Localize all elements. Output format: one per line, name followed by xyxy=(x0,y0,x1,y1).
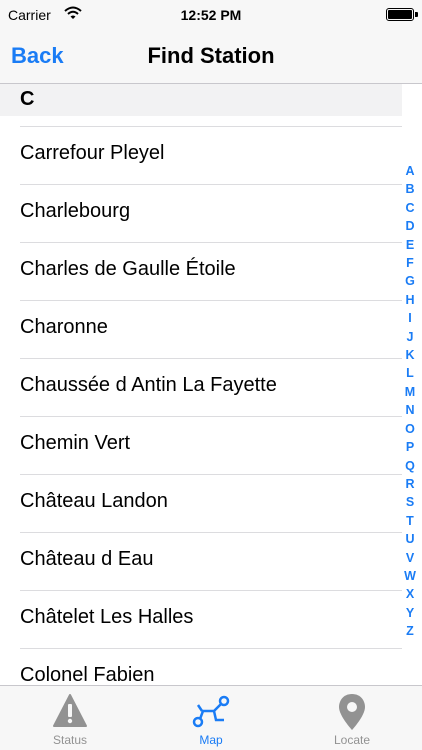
station-list: Carrefour Pleyel Charlebourg Charles de … xyxy=(0,126,402,706)
index-letter[interactable]: V xyxy=(406,549,414,567)
index-letter[interactable]: L xyxy=(406,364,414,382)
battery-icon xyxy=(386,8,418,21)
index-letter[interactable]: F xyxy=(406,254,414,272)
station-name: Colonel Fabien xyxy=(20,664,155,686)
section-header: C xyxy=(0,84,402,116)
section-letter: C xyxy=(20,88,35,110)
index-letter[interactable]: R xyxy=(405,475,414,493)
index-letter[interactable]: C xyxy=(405,199,414,217)
index-letter[interactable]: H xyxy=(405,291,414,309)
station-row[interactable]: Charlebourg xyxy=(20,184,402,242)
station-name: Charonne xyxy=(20,316,108,338)
tab-bar: Status Map Locate xyxy=(0,685,422,750)
index-letter[interactable]: B xyxy=(405,180,414,198)
index-letter[interactable]: Q xyxy=(405,457,415,475)
station-name: Chaussée d Antin La Fayette xyxy=(20,374,277,396)
station-name: Charles de Gaulle Étoile xyxy=(20,258,236,280)
status-bar: Carrier 12:52 PM xyxy=(0,0,422,30)
index-letter[interactable]: Z xyxy=(406,622,414,640)
index-letter[interactable]: S xyxy=(406,493,414,511)
warning-icon xyxy=(53,694,87,727)
station-row[interactable]: Chemin Vert xyxy=(20,416,402,474)
index-letter[interactable]: E xyxy=(406,236,414,254)
station-name: Châtelet Les Halles xyxy=(20,606,194,628)
index-letter[interactable]: I xyxy=(408,309,411,327)
navigation-bar: Back Find Station xyxy=(0,30,422,84)
index-letter[interactable]: Y xyxy=(406,604,414,622)
tab-label: Locate xyxy=(333,733,371,747)
route-map-icon xyxy=(192,695,230,728)
tab-map[interactable]: Map xyxy=(141,686,281,750)
station-name: Charlebourg xyxy=(20,200,131,222)
station-name: Château d Eau xyxy=(20,548,154,570)
index-letter[interactable]: D xyxy=(405,217,414,235)
station-row[interactable]: Château d Eau xyxy=(20,532,402,590)
index-letter[interactable]: J xyxy=(407,328,414,346)
station-row[interactable]: Châtelet Les Halles xyxy=(20,590,402,648)
station-row[interactable]: Charles de Gaulle Étoile xyxy=(20,242,402,300)
station-row[interactable]: Château Landon xyxy=(20,474,402,532)
clock: 12:52 PM xyxy=(180,7,242,23)
station-name: Chemin Vert xyxy=(20,432,131,454)
page-title: Find Station xyxy=(147,43,275,68)
index-letter[interactable]: K xyxy=(405,346,414,364)
location-pin-icon xyxy=(339,694,365,730)
tab-locate[interactable]: Locate xyxy=(282,686,422,750)
index-letter[interactable]: W xyxy=(404,567,416,585)
tab-status[interactable]: Status xyxy=(0,686,140,750)
index-letter[interactable]: G xyxy=(405,272,415,290)
index-letter[interactable]: M xyxy=(405,383,415,401)
index-letter[interactable]: O xyxy=(405,420,415,438)
index-letter[interactable]: X xyxy=(406,585,414,603)
station-row[interactable]: Chaussée d Antin La Fayette xyxy=(20,358,402,416)
index-letter[interactable]: N xyxy=(405,401,414,419)
station-name: Carrefour Pleyel xyxy=(20,142,165,164)
index-letter[interactable]: T xyxy=(406,512,414,530)
station-row[interactable]: Carrefour Pleyel xyxy=(20,126,402,184)
tab-label: Status xyxy=(52,733,88,747)
index-letter[interactable]: P xyxy=(406,438,414,456)
station-row[interactable]: Charonne xyxy=(20,300,402,358)
tab-label: Map xyxy=(199,733,223,747)
station-name: Château Landon xyxy=(20,490,168,512)
index-letter[interactable]: U xyxy=(405,530,414,548)
index-letter[interactable]: A xyxy=(405,162,414,180)
section-index[interactable]: ABCDEFGHIJKLMNOPQRSTUVWXYZ xyxy=(402,162,418,641)
